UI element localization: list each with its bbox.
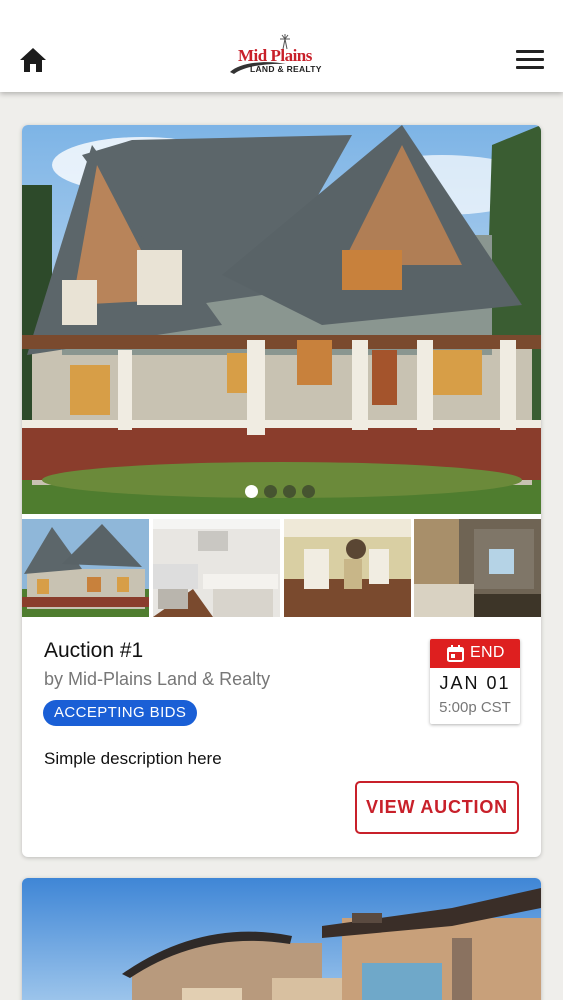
auction-card: Auction #1 by Mid-Plains Land & Realty A… [22, 125, 541, 857]
auction-end-date-box: END JAN 01 5:00p CST [430, 639, 520, 724]
end-time: 5:00p CST [439, 699, 511, 716]
auction-title[interactable]: Auction #1 [44, 639, 143, 663]
end-header: END [430, 639, 520, 668]
thumbnail-living-room[interactable] [414, 519, 541, 617]
carousel-indicator [245, 485, 325, 499]
calendar-icon [447, 645, 464, 662]
carousel-dot-4[interactable] [302, 485, 315, 498]
menu-button[interactable] [516, 50, 544, 72]
app-bar: Mid Plains LAND & REALTY [0, 0, 563, 92]
logo-tagline: LAND & REALTY [250, 64, 322, 74]
auction-byline: by Mid-Plains Land & Realty [44, 669, 271, 689]
home-icon [20, 48, 46, 72]
logo-wordmark: Mid Plains [238, 46, 312, 65]
brand-logo[interactable]: Mid Plains LAND & REALTY [228, 34, 336, 78]
carousel-dot-1[interactable] [245, 485, 258, 498]
thumbnail-strip [22, 519, 541, 617]
thumbnail-kitchen[interactable] [153, 519, 280, 617]
view-auction-button[interactable]: VIEW AUCTION [355, 781, 519, 834]
hero-image-modern-house[interactable] [22, 878, 541, 1000]
thumbnail-house-exterior[interactable] [22, 519, 149, 617]
hamburger-menu-icon-bar [516, 58, 544, 61]
end-label: END [470, 644, 505, 661]
end-date: JAN 01 [439, 673, 511, 693]
home-button[interactable] [18, 46, 48, 74]
thumbnail-dining-room[interactable] [284, 519, 411, 617]
carousel-dot-3[interactable] [283, 485, 296, 498]
auction-card-next [22, 878, 541, 1000]
auction-description: Simple description here [44, 749, 222, 768]
hero-image-house[interactable] [22, 125, 541, 514]
status-badge: ACCEPTING BIDS [43, 700, 198, 726]
hamburger-menu-icon-bar [516, 66, 544, 69]
hamburger-menu-icon-bar [516, 50, 544, 53]
carousel-dot-2[interactable] [264, 485, 277, 498]
